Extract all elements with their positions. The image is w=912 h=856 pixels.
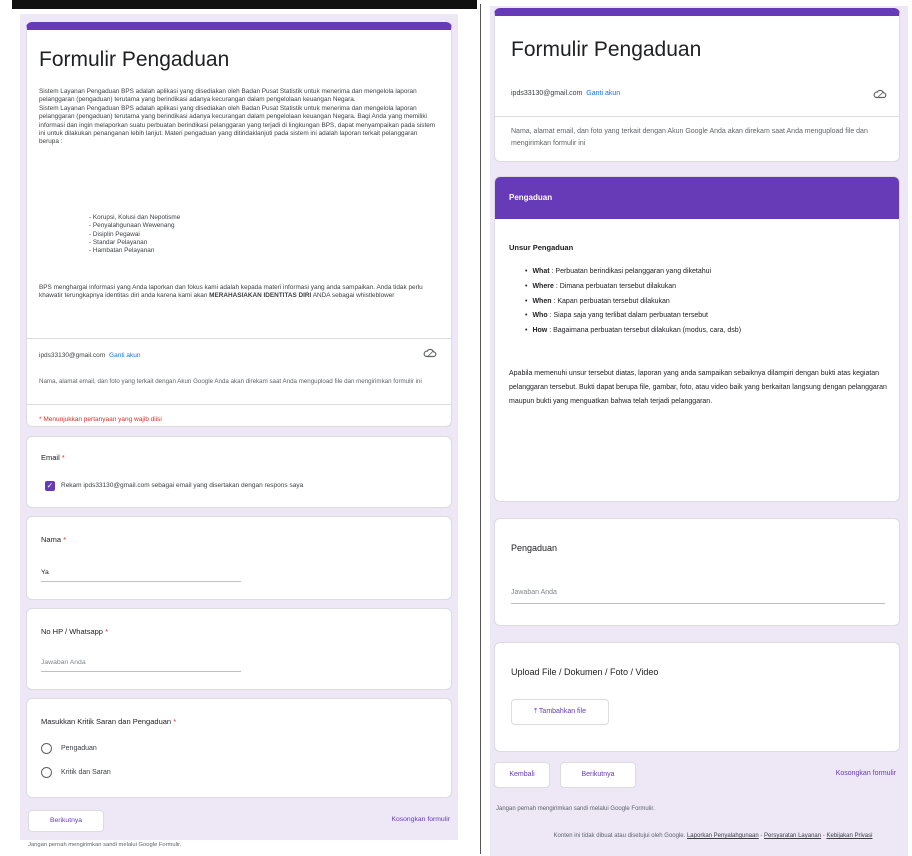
pengaduan-input[interactable]: Jawaban Anda: [511, 589, 557, 596]
clear-form-button[interactable]: Kosongkan formulir: [836, 770, 896, 777]
section-header-bar: [495, 177, 899, 219]
question-label: Masukkan Kritik Saran dan Pengaduan *: [41, 717, 177, 726]
back-button[interactable]: Kembali: [494, 762, 550, 788]
list-item: Who : Siapa saja yang terlibat dalam per…: [525, 309, 741, 324]
divider: [27, 404, 451, 405]
divider-line: [480, 4, 481, 854]
pengaduan-question-card: Pengaduan Jawaban Anda: [494, 518, 900, 626]
list-item: Where : Dimana perbuatan tersebut dilaku…: [525, 280, 741, 295]
section-subtitle: Unsur Pengaduan: [509, 243, 574, 252]
hp-question-card: No HP / Whatsapp * Jawaban Anda: [26, 608, 452, 690]
footer-note: Jangan pernah mengirimkan sandi melalui …: [496, 806, 655, 812]
privacy-statement: BPS menghargai informasi yang Anda lapor…: [39, 284, 423, 300]
radio-label: Pengaduan: [61, 745, 97, 752]
form-title: Formulir Pengaduan: [39, 48, 230, 71]
upload-question-card: Upload File / Dokumen / Foto / Video ⤒ T…: [494, 642, 900, 752]
question-label: No HP / Whatsapp *: [41, 627, 108, 636]
unsur-list: What : Perbuatan berindikasi pelanggaran…: [525, 265, 741, 339]
list-item: - Korupsi, Kolusi dan Nepotisme: [89, 214, 181, 221]
question-label: Email *: [41, 453, 65, 462]
account-info: ipds33130@gmail.com Ganti akun: [511, 90, 621, 97]
nama-question-card: Nama * Ya: [26, 516, 452, 600]
section-paragraph: Apabila memenuhi unsur tersebut diatas, …: [509, 370, 887, 405]
form-header-card: Formulir Pengaduan Sistem Layanan Pengad…: [26, 22, 452, 427]
account-info: ipds33130@gmail.com Ganti akun: [39, 352, 141, 359]
cloud-icon: [423, 348, 437, 358]
upload-icon: ⤒: [533, 708, 538, 715]
list-item: - Penyalahgunaan Wewenang: [89, 222, 175, 230]
question-label: Pengaduan: [511, 543, 558, 553]
terms-link[interactable]: Persyaratan Layanan: [764, 833, 821, 839]
report-abuse-link[interactable]: Laporkan Penyalahgunaan: [687, 833, 759, 839]
question-label: Nama *: [41, 535, 67, 544]
right-form-screenshot: Formulir Pengaduan ipds33130@gmail.com G…: [490, 6, 908, 856]
description-paragraph: Sistem Layanan Pengaduan BPS adalah apli…: [39, 104, 436, 146]
checkbox-label: Rekam ipds33130@gmail.com sebagai email …: [61, 482, 304, 489]
next-button[interactable]: Berikutnya: [560, 762, 636, 788]
add-file-button[interactable]: ⤒ Tambahkan file: [511, 699, 609, 725]
radio-pengaduan[interactable]: [41, 743, 52, 754]
form-description: Sistem Layanan Pengaduan BPS adalah apli…: [39, 88, 439, 147]
switch-account-link[interactable]: Ganti akun: [109, 352, 140, 359]
input-underline: [41, 671, 241, 672]
cloud-icon: [873, 89, 887, 99]
radio-kritik-saran[interactable]: [41, 767, 52, 778]
input-underline: [511, 603, 885, 604]
account-note: Nama, alamat email, dan foto yang terkai…: [511, 128, 868, 147]
form-header-card: Formulir Pengaduan ipds33130@gmail.com G…: [494, 8, 900, 162]
divider: [27, 338, 451, 339]
switch-account-link[interactable]: Ganti akun: [586, 90, 620, 97]
left-form-screenshot: Formulir Pengaduan Sistem Layanan Pengad…: [20, 14, 458, 848]
record-email-checkbox[interactable]: ✓: [45, 481, 55, 491]
description-paragraph: Sistem Layanan Pengaduan BPS adalah apli…: [39, 88, 417, 104]
next-button[interactable]: Berikutnya: [28, 810, 104, 832]
hp-input[interactable]: Jawaban Anda: [41, 659, 86, 666]
list-item: How : Bagaimana perbuatan tersebut dilak…: [525, 324, 741, 339]
account-note: Nama, alamat email, dan foto yang terkai…: [39, 378, 422, 385]
kritik-question-card: Masukkan Kritik Saran dan Pengaduan * Pe…: [26, 698, 452, 798]
email-question-card: Email * ✓ Rekam ipds33130@gmail.com seba…: [26, 436, 452, 508]
divider: [495, 116, 899, 117]
footer-note: Jangan pernah mengirimkan sandi melalui …: [28, 842, 182, 848]
violation-list: - Korupsi, Kolusi dan Nepotisme - Penyal…: [89, 214, 180, 255]
top-border: [12, 0, 477, 9]
list-item: When : Kapan perbuatan tersebut dilakuka…: [525, 295, 741, 310]
clear-form-button[interactable]: Kosongkan formulir: [391, 816, 450, 823]
list-item: - Hambatan Pelayanan: [89, 247, 155, 255]
radio-label: Kritik dan Saran: [61, 769, 111, 776]
section-card: Pengaduan Unsur Pengaduan What : Perbuat…: [494, 176, 900, 502]
list-item: What : Perbuatan berindikasi pelanggaran…: [525, 265, 741, 280]
list-item: - Standar Pelayanan: [89, 238, 148, 246]
nama-input[interactable]: Ya: [41, 569, 49, 576]
required-note: * Menunjukkan pertanyaan yang wajib diis…: [39, 416, 162, 423]
input-underline: [41, 581, 241, 582]
privacy-link[interactable]: Kebijakan Privasi: [826, 833, 872, 839]
form-title: Formulir Pengaduan: [511, 38, 702, 61]
question-label: Upload File / Dokumen / Foto / Video: [511, 667, 659, 677]
list-item: - Disiplin Pegawai: [89, 230, 140, 238]
footer-disclaimer: Konten ini tidak dibuat atau disetujui o…: [553, 833, 873, 839]
section-title: Pengaduan: [509, 193, 553, 202]
